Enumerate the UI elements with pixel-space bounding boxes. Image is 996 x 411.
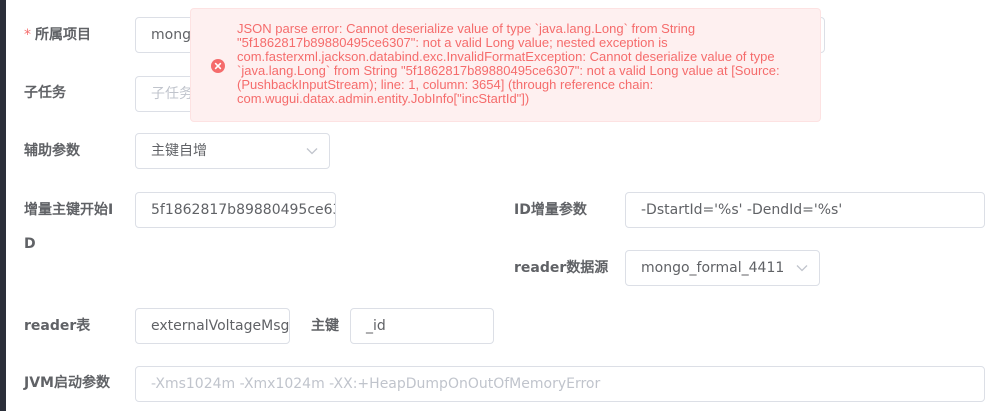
reader-datasource-select[interactable]: mongo_formal_4411 bbox=[625, 250, 820, 286]
sidebar-edge bbox=[0, 0, 6, 411]
primary-key-input[interactable]: _id bbox=[350, 308, 494, 344]
aux-param-label: 辅助参数 bbox=[24, 143, 80, 159]
error-message: JSON parse error: Cannot deserialize val… bbox=[190, 8, 821, 122]
required-mark: * bbox=[24, 27, 31, 43]
id-inc-param-label: ID增量参数 bbox=[514, 202, 587, 218]
error-circle-icon bbox=[211, 59, 225, 73]
jvm-param-placeholder: -Xms1024m -Xmx1024m -XX:+HeapDumpOnOutOf… bbox=[151, 376, 601, 392]
project-label: * 所属项目 bbox=[24, 25, 91, 45]
reader-datasource-label: reader数据源 bbox=[514, 260, 609, 276]
inc-start-id-label-line2: D bbox=[24, 236, 36, 252]
chevron-down-icon bbox=[795, 251, 809, 285]
aux-param-select[interactable]: 主键自增 bbox=[135, 133, 330, 169]
aux-param-value: 主键自增 bbox=[151, 143, 207, 159]
primary-key-label: 主键 bbox=[311, 318, 339, 334]
reader-datasource-value: mongo_formal_4411 bbox=[641, 260, 785, 276]
subtask-placeholder: 子任务 bbox=[151, 86, 193, 102]
primary-key-value: _id bbox=[366, 318, 386, 334]
reader-table-label: reader表 bbox=[24, 318, 91, 334]
jvm-param-input[interactable]: -Xms1024m -Xmx1024m -XX:+HeapDumpOnOutOf… bbox=[135, 366, 985, 402]
jvm-param-label: JVM启动参数 bbox=[24, 375, 110, 391]
reader-table-value: externalVoltageMsg bbox=[151, 318, 290, 334]
inc-start-id-label-line1: 增量主键开始I bbox=[24, 202, 114, 218]
reader-table-select[interactable]: externalVoltageMsg bbox=[135, 308, 290, 344]
inc-start-id-label: 增量主键开始I D bbox=[24, 200, 113, 254]
id-inc-param-input[interactable]: -DstartId='%s' -DendId='%s' bbox=[625, 192, 985, 228]
chevron-down-icon bbox=[305, 134, 319, 168]
error-message-text: JSON parse error: Cannot deserialize val… bbox=[237, 21, 780, 106]
id-inc-param-value: -DstartId='%s' -DendId='%s' bbox=[641, 202, 843, 218]
inc-start-id-value: 5f1862817b89880495ce6307 bbox=[151, 202, 335, 218]
inc-start-id-input[interactable]: 5f1862817b89880495ce6307 bbox=[135, 192, 336, 228]
subtask-label: 子任务 bbox=[24, 85, 66, 101]
project-label-text: 所属项目 bbox=[35, 27, 91, 43]
